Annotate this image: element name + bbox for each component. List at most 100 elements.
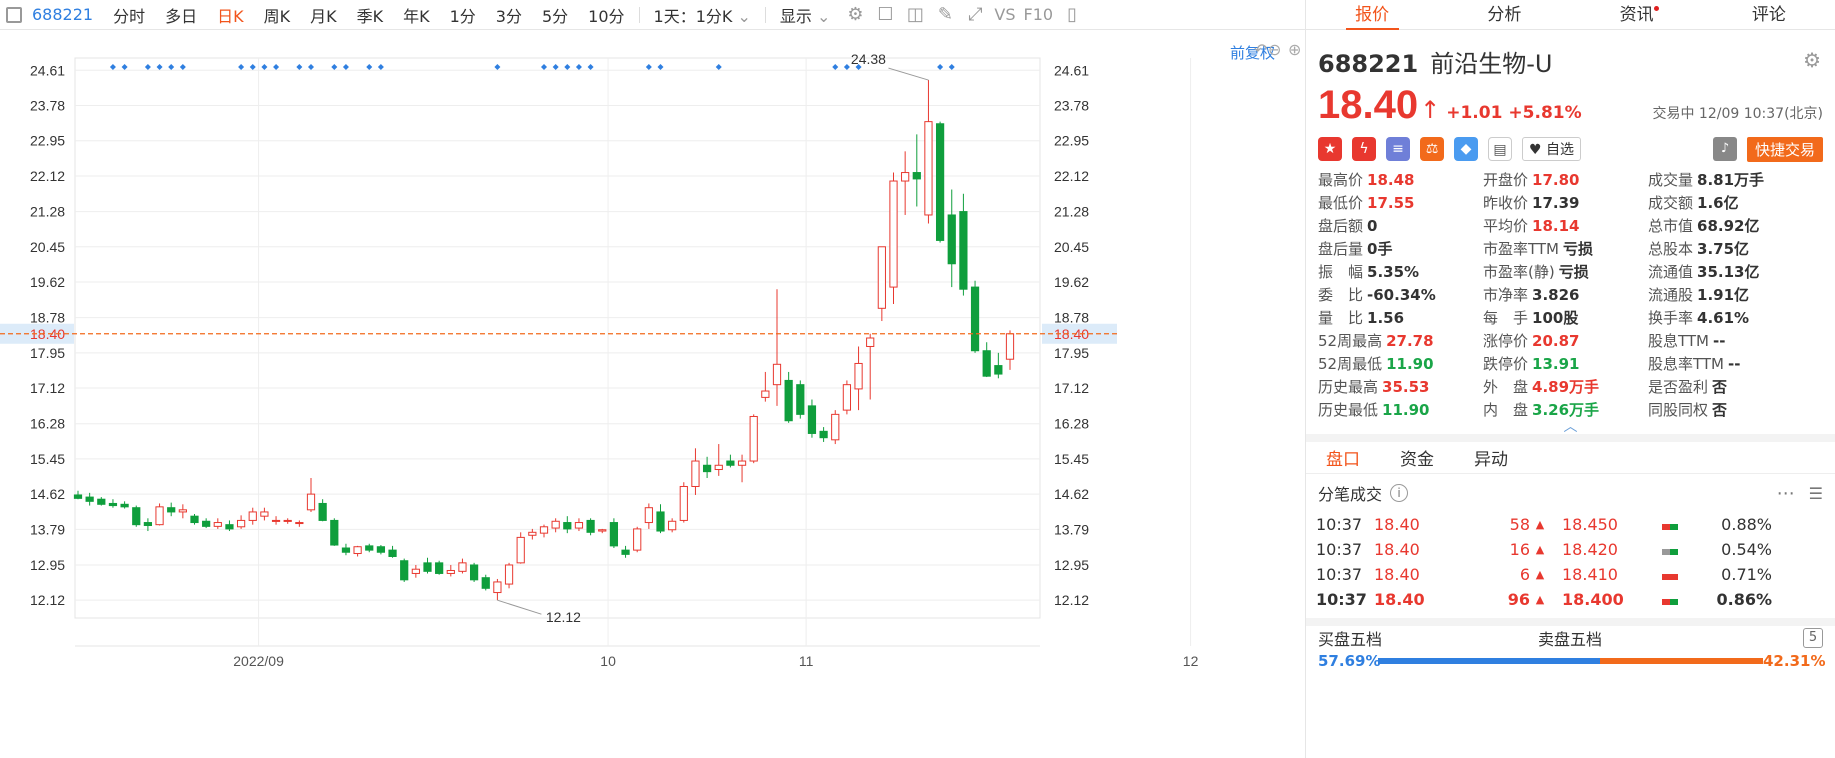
stat-value: 3.26万手 — [1532, 401, 1600, 419]
document-icon[interactable]: ▤ — [1488, 137, 1512, 161]
candle — [318, 499, 327, 522]
stat-label: 股息率TTM — [1648, 355, 1725, 373]
settings-icon[interactable]: ⚙ — [844, 4, 866, 26]
candle-body — [97, 498, 106, 505]
stat-item: 同股同权否 — [1648, 400, 1813, 420]
candle — [889, 172, 898, 305]
tag-icon[interactable]: ◆ — [1454, 137, 1478, 161]
f10-button[interactable]: F10 — [1020, 5, 1058, 24]
period-tab[interactable]: 10分 — [578, 3, 634, 27]
add-watchlist-button[interactable]: ♥ 自选 — [1522, 137, 1582, 161]
candle — [504, 562, 514, 589]
candle-body — [283, 519, 292, 522]
candle-body — [959, 211, 968, 290]
zoom-in-icon[interactable]: ⊕ — [1288, 40, 1301, 59]
signal-dot — [575, 64, 582, 70]
period-tab[interactable]: 月K — [300, 3, 347, 27]
panel-toggle-icon[interactable] — [6, 6, 22, 23]
candle — [761, 371, 770, 402]
period-tab[interactable]: 年K — [393, 3, 440, 27]
period-tab[interactable]: 3分 — [486, 3, 532, 27]
flash-icon[interactable]: ϟ — [1352, 137, 1376, 161]
candle-body — [877, 246, 886, 309]
signal-dot — [843, 64, 850, 70]
candle-body — [539, 526, 549, 534]
y-tick-label: 17.95 — [1054, 345, 1089, 361]
tab-quote[interactable]: 报价 — [1306, 0, 1438, 30]
database-icon[interactable]: ≡ — [1386, 137, 1410, 161]
gear-icon[interactable]: ⚙ — [1803, 48, 1821, 72]
interval-combo[interactable]: 1天：1分K ⌄ — [644, 3, 761, 27]
sidebar-icon[interactable]: ▯ — [1061, 4, 1083, 26]
candle — [97, 497, 106, 506]
signal-dot — [168, 64, 175, 70]
fullscreen-icon[interactable]: ⤢ — [964, 4, 986, 26]
period-tab-active[interactable]: 日K — [207, 3, 254, 27]
vs-button[interactable]: VS — [990, 5, 1019, 24]
camera-icon[interactable]: ◫ — [904, 4, 926, 26]
y-tick-label: 12.95 — [1054, 557, 1089, 573]
tick-price: 18.40 — [1374, 540, 1420, 559]
display-menu[interactable]: 显示 ⌄ — [770, 3, 841, 27]
candle — [877, 246, 886, 322]
candle-body — [341, 547, 351, 553]
tick-time: 10:37 — [1316, 565, 1363, 584]
period-tab[interactable]: 周K — [254, 3, 301, 27]
candle — [912, 134, 921, 207]
period-tab[interactable]: 多日 — [155, 3, 207, 27]
candle — [924, 80, 933, 224]
candle — [784, 371, 793, 423]
collapse-caret-icon[interactable]: ︿ — [1306, 420, 1835, 434]
y-tick-label: 17.95 — [30, 345, 65, 361]
tab-yidong[interactable]: 异动 — [1474, 445, 1508, 470]
zoom-out-icon[interactable]: ⊖ — [1268, 40, 1281, 59]
period-tab[interactable]: 1分 — [440, 3, 486, 27]
stat-item: 涨停价 20.87 — [1483, 331, 1648, 351]
stat-value: 亏损 — [1558, 263, 1589, 281]
china-flag-icon[interactable]: ★ — [1318, 137, 1342, 161]
stats-grid: 最高价 18.48 开盘价 17.80 成交量 8.81万手 最低价 17.55 昨收价 17.3… — [1306, 162, 1835, 420]
stat-item: 委 比 -60.34% — [1318, 285, 1483, 305]
candle — [108, 499, 118, 508]
candle-body — [854, 362, 863, 390]
stat-label: 流通值 — [1648, 263, 1694, 281]
kline-svg[interactable]: 24.61 24.61 23.78 23.78 22.95 22.95 22.12 22.12… — [0, 30, 1305, 758]
candle — [353, 545, 362, 557]
layout-icon[interactable]: ☐ — [874, 4, 896, 26]
candle — [376, 545, 386, 555]
bell-icon[interactable]: ♪ — [1712, 137, 1737, 161]
quick-trade-button[interactable]: 快捷交易 — [1746, 136, 1823, 162]
period-tab[interactable]: 分时 — [103, 3, 155, 27]
signal-dot — [715, 64, 722, 70]
tab-pankou[interactable]: 盘口 — [1326, 445, 1360, 470]
stat-value: 13.91 — [1532, 355, 1580, 373]
y-tick-label: 22.12 — [1054, 168, 1089, 184]
tab-news[interactable]: 资讯 — [1571, 0, 1703, 29]
level-price: 18.400 — [1562, 590, 1624, 609]
stat-item: 流通值 35.13亿 — [1648, 262, 1813, 282]
book-depth-badge[interactable]: 5 — [1803, 628, 1823, 648]
info-icon[interactable]: i — [1390, 484, 1409, 502]
level-bar — [1662, 515, 1712, 534]
tab-analysis[interactable]: 分析 — [1438, 0, 1570, 29]
candle-body — [295, 522, 304, 525]
list-icon[interactable]: ☰ — [1809, 484, 1823, 503]
more-icon[interactable]: ⋯ — [1777, 483, 1795, 504]
candle-body — [120, 503, 129, 508]
stat-label: 外 盘 — [1483, 378, 1529, 396]
tab-zijin[interactable]: 资金 — [1400, 445, 1434, 470]
candle-body — [866, 337, 875, 347]
period-tab[interactable]: 5分 — [532, 3, 578, 27]
y-tick-label: 21.28 — [30, 204, 65, 220]
level-price: 18.450 — [1562, 515, 1618, 534]
undo-icon[interactable]: ↶ — [1254, 40, 1267, 59]
scale-icon[interactable]: ⚖ — [1420, 137, 1444, 161]
stat-item: 市盈率TTM 亏损 — [1483, 239, 1648, 259]
candle — [621, 545, 630, 558]
pencil-icon[interactable]: ✎ — [934, 4, 956, 26]
kline-chart[interactable]: 24.61 24.61 23.78 23.78 22.95 22.95 22.12 22.12… — [0, 30, 1305, 758]
tab-comment[interactable]: 评论 — [1703, 0, 1835, 29]
tick-time: 10:37 — [1316, 515, 1363, 534]
period-tab[interactable]: 季K — [347, 3, 394, 27]
tab-news-label: 资讯 — [1619, 5, 1654, 25]
